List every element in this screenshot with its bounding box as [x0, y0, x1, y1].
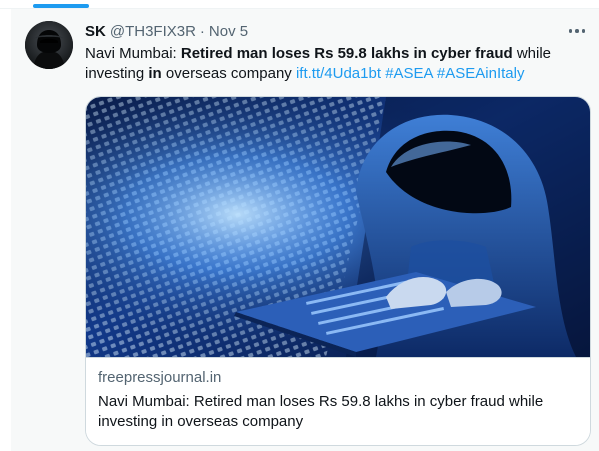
- timeline-page: SK @TH3FIX3R · Nov 5 Navi Mumbai: Retire…: [0, 0, 599, 451]
- tweet-link[interactable]: ift.tt/4Uda1bt: [296, 65, 381, 82]
- card-domain: freepressjournal.in: [98, 369, 222, 386]
- card-meta: freepressjournal.in Navi Mumbai: Retired…: [86, 357, 590, 445]
- separator-dot: ·: [199, 23, 205, 40]
- tweet-text-part: overseas company: [161, 65, 296, 82]
- display-name[interactable]: SK: [85, 23, 106, 41]
- tweet-text-bold: in: [148, 65, 162, 82]
- avatar[interactable]: [25, 21, 73, 69]
- more-horizontal-icon: [581, 29, 586, 33]
- tweet[interactable]: SK @TH3FIX3R · Nov 5 Navi Mumbai: Retire…: [11, 9, 599, 451]
- more-options-button[interactable]: [564, 21, 590, 41]
- tweet-text: Navi Mumbai: Retired man loses Rs 59.8 l…: [85, 44, 565, 84]
- tweet-text-bold: Retired man loses Rs 59.8 lakhs in cyber…: [180, 45, 513, 62]
- link-preview-card[interactable]: freepressjournal.in Navi Mumbai: Retired…: [85, 96, 591, 446]
- more-horizontal-icon: [575, 29, 579, 33]
- more-horizontal-icon: [568, 29, 573, 33]
- tweet-text-part: Navi Mumbai:: [85, 45, 181, 62]
- card-title: Navi Mumbai: Retired man loses Rs 59.8 l…: [98, 393, 544, 430]
- hooded-hacker-laptop-image[interactable]: [86, 97, 590, 357]
- hashtag-aseainitaly[interactable]: #ASEAinItaly: [437, 65, 525, 82]
- hashtag-asea[interactable]: #ASEA: [385, 65, 433, 82]
- user-handle[interactable]: @TH3FIX3R: [110, 23, 196, 41]
- tweet-header: SK @TH3FIX3R · Nov 5: [85, 23, 248, 41]
- timestamp[interactable]: Nov 5: [209, 23, 248, 41]
